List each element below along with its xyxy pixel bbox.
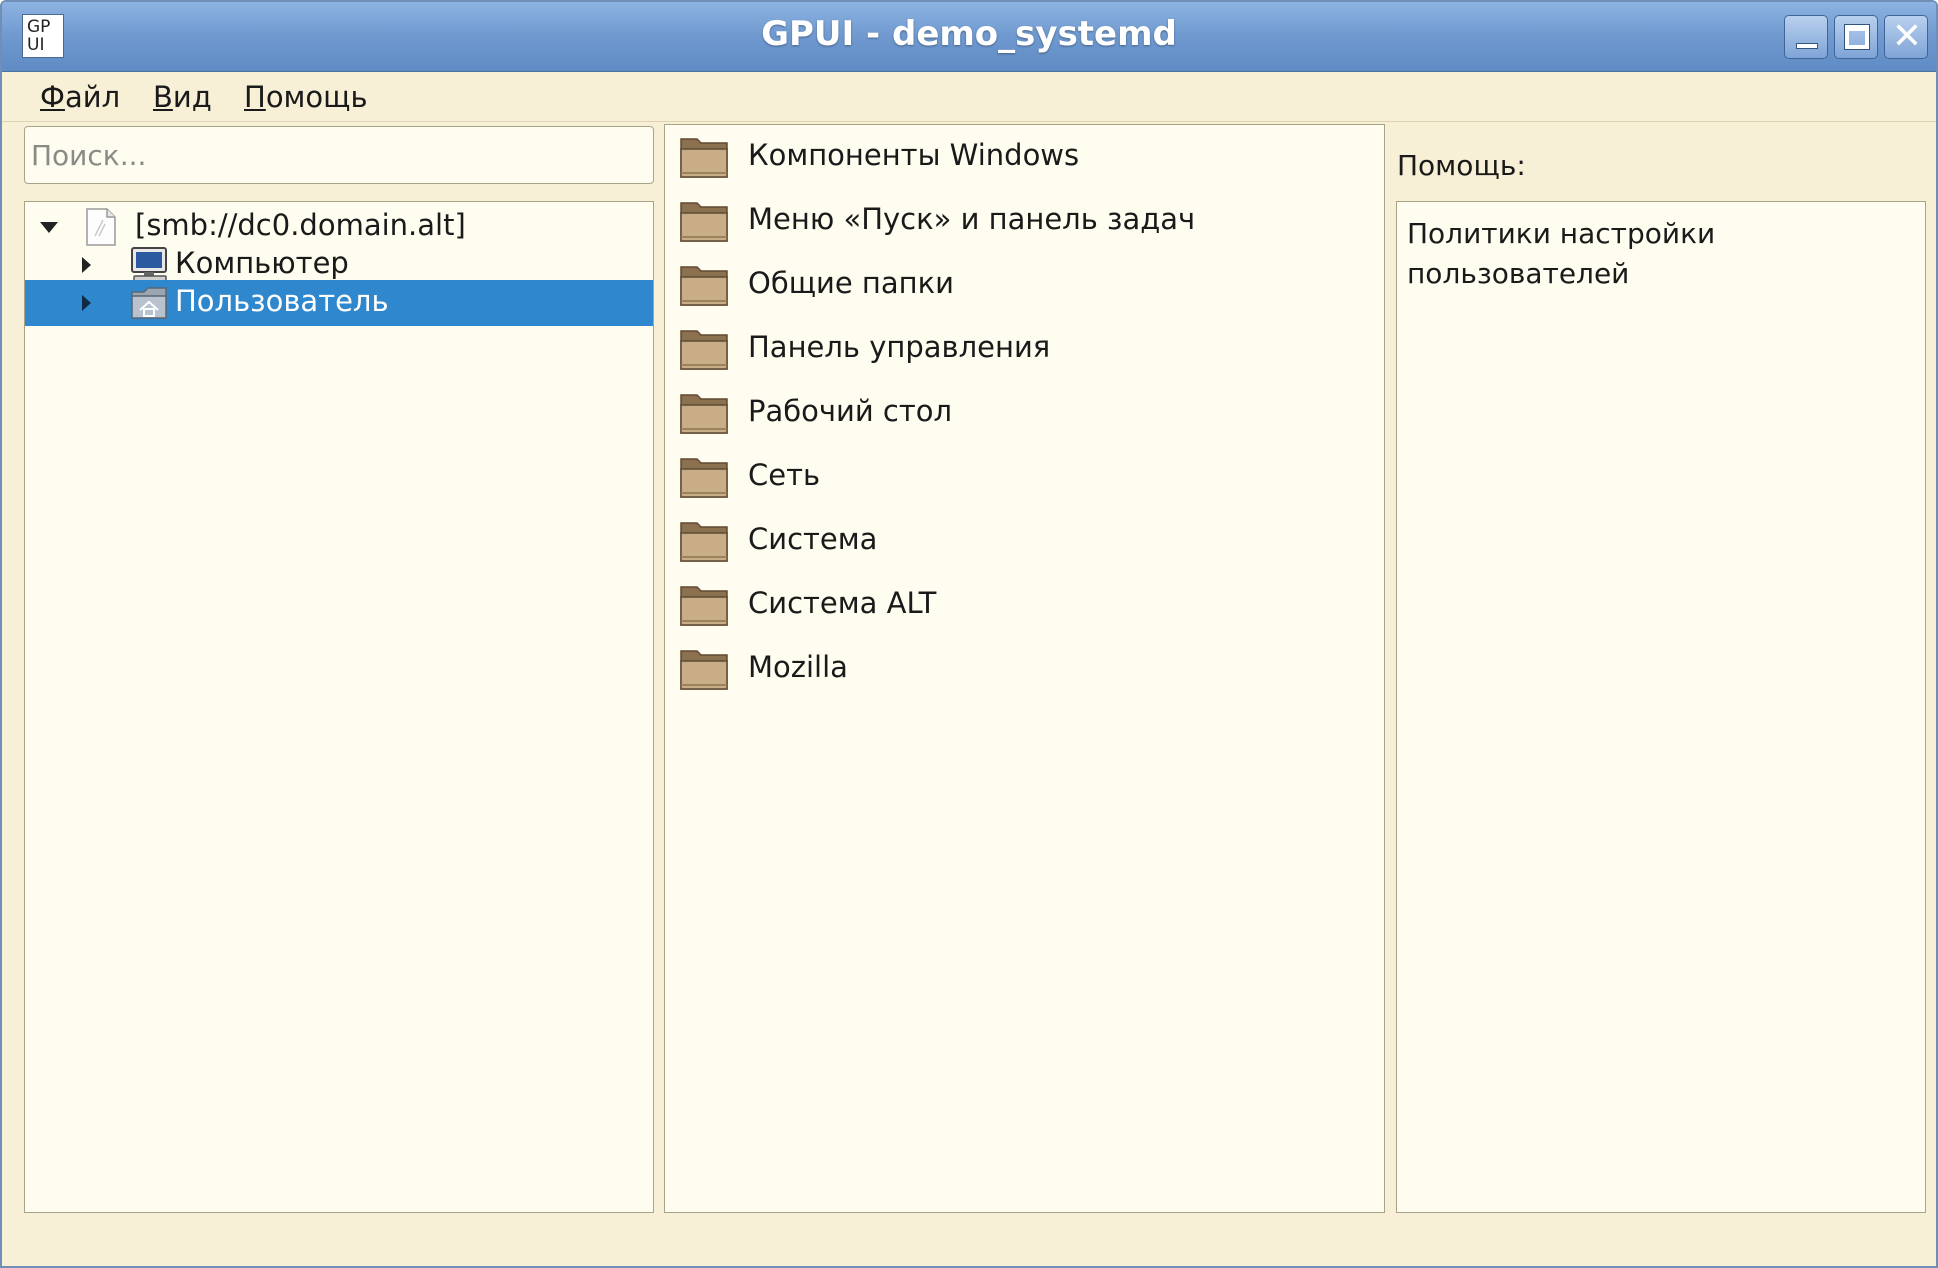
close-icon: ✕	[1891, 16, 1923, 57]
list-item[interactable]: Сеть	[665, 447, 1384, 507]
status-bar	[2, 1224, 1936, 1266]
maximize-icon	[1844, 24, 1870, 50]
list-item-label: Рабочий стол	[748, 394, 953, 428]
folder-icon	[680, 458, 728, 498]
title-bar[interactable]: GP UI GPUI - demo_systemd ✕	[2, 2, 1936, 72]
expand-arrow-icon[interactable]	[40, 222, 58, 233]
tree-item-label: [smb://dc0.domain.alt]	[135, 208, 466, 242]
folder-icon	[680, 330, 728, 370]
window-title: GPUI - demo_systemd	[761, 14, 1177, 54]
folder-icon	[680, 522, 728, 562]
policy-tree[interactable]: [smb://dc0.domain.alt] Компьютер Пользов…	[24, 201, 654, 1213]
menu-view-accel: В	[153, 80, 173, 114]
list-item[interactable]: Mozilla	[665, 639, 1384, 699]
menu-view[interactable]: Вид	[153, 72, 212, 122]
expand-arrow-icon[interactable]	[82, 257, 91, 273]
expand-arrow-icon[interactable]	[82, 295, 91, 311]
tree-item-user[interactable]: Пользователь	[25, 280, 653, 326]
menu-view-label: ид	[172, 80, 212, 114]
list-item[interactable]: Меню «Пуск» и панель задач	[665, 191, 1384, 251]
list-item-label: Панель управления	[748, 330, 1051, 364]
search-input[interactable]	[24, 126, 654, 184]
list-item-label: Система ALT	[748, 586, 937, 620]
list-item[interactable]: Система ALT	[665, 575, 1384, 635]
folder-icon	[680, 266, 728, 306]
list-item-label: Общие папки	[748, 266, 954, 300]
help-text: Политики настройки пользователей	[1407, 217, 1716, 290]
list-item-label: Система	[748, 522, 878, 556]
list-item[interactable]: Панель управления	[665, 319, 1384, 379]
tree-item-label: Пользователь	[175, 284, 389, 318]
folder-icon	[680, 650, 728, 690]
list-item-label: Mozilla	[748, 650, 848, 684]
policy-folder-list[interactable]: Компоненты Windows Меню «Пуск» и панель …	[664, 124, 1385, 1213]
folder-icon	[680, 586, 728, 626]
list-item[interactable]: Общие папки	[665, 255, 1384, 315]
list-item[interactable]: Система	[665, 511, 1384, 571]
menu-help-label: омощь	[265, 80, 368, 114]
menu-bar: Файл Вид Помощь	[2, 72, 1936, 122]
folder-icon	[680, 394, 728, 434]
document-icon	[86, 208, 116, 246]
list-item-label: Меню «Пуск» и панель задач	[748, 202, 1196, 236]
user-home-icon	[131, 287, 167, 319]
minimize-button[interactable]	[1784, 15, 1828, 59]
close-button[interactable]: ✕	[1884, 15, 1928, 59]
list-item-label: Компоненты Windows	[748, 138, 1080, 172]
tree-item-label: Компьютер	[175, 246, 349, 280]
folder-icon	[680, 138, 728, 178]
menu-help-accel: П	[244, 80, 266, 114]
menu-file-label: айл	[64, 80, 121, 114]
maximize-button[interactable]	[1834, 15, 1878, 59]
computer-icon	[131, 247, 167, 283]
menu-help[interactable]: Помощь	[244, 72, 368, 122]
list-item[interactable]: Компоненты Windows	[665, 127, 1384, 187]
help-heading: Помощь:	[1397, 149, 1526, 182]
folder-icon	[680, 202, 728, 242]
menu-file[interactable]: Файл	[40, 72, 120, 122]
minimize-icon	[1796, 43, 1818, 49]
help-panel[interactable]: Политики настройки пользователей	[1396, 201, 1926, 1213]
list-item[interactable]: Рабочий стол	[665, 383, 1384, 443]
application-window: GP UI GPUI - demo_systemd ✕ Файл Вид Пом…	[0, 0, 1938, 1268]
list-item-label: Сеть	[748, 458, 821, 492]
menu-file-accel: Ф	[40, 80, 65, 114]
